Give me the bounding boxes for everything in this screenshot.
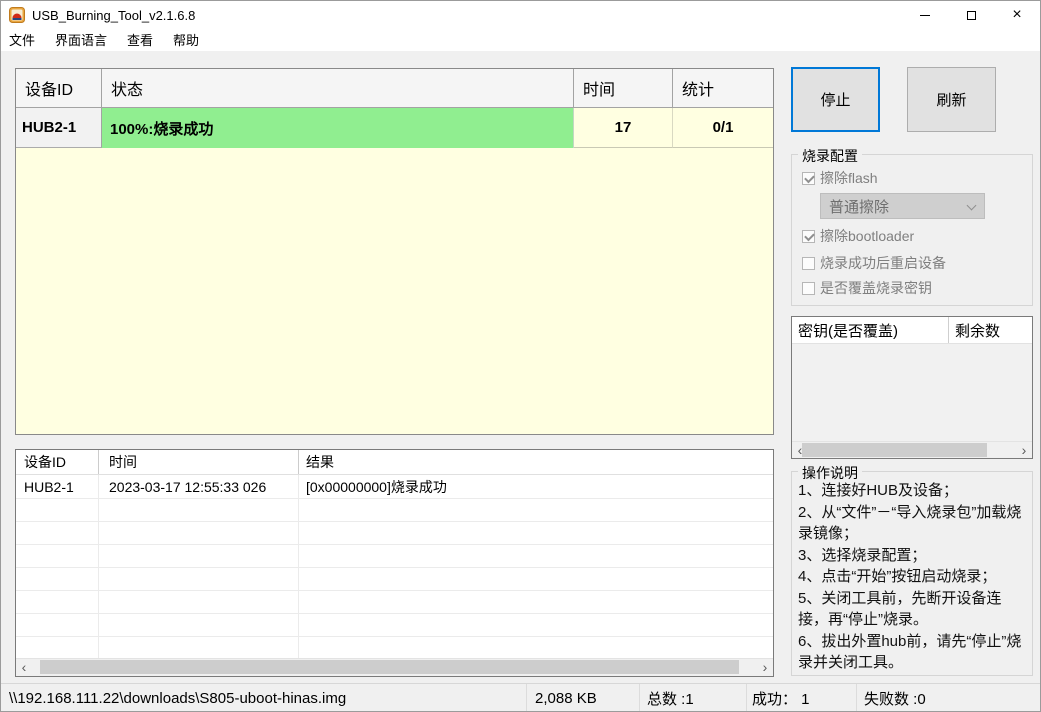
- device-table-header: 设备ID 状态 时间 统计: [16, 69, 773, 108]
- log-time-cell: 2023-03-17 12:55:33 026: [99, 475, 299, 498]
- log-row[interactable]: HUB2-1 2023-03-17 12:55:33 026 [0x000000…: [16, 475, 773, 499]
- log-result-cell: [0x00000000]烧录成功: [306, 478, 447, 495]
- instruction-line: 1、连接好HUB及设备；: [798, 482, 959, 499]
- log-col-header-result[interactable]: 结果: [299, 450, 773, 474]
- instructions-group: 操作说明 1、连接好HUB及设备； 2、从“文件”－“导入烧录包”加载烧录镜像；…: [791, 463, 1033, 676]
- log-empty-row: [16, 637, 773, 660]
- key-table-scroll-thumb[interactable]: [802, 443, 987, 457]
- menu-view[interactable]: 查看: [127, 28, 162, 52]
- scroll-right-icon[interactable]: ›: [1016, 442, 1032, 458]
- log-device-id-cell: HUB2-1: [16, 475, 99, 498]
- status-failed-count: 失败数 :0: [856, 684, 1040, 711]
- col-header-key[interactable]: 密钥(是否覆盖): [792, 317, 949, 343]
- refresh-button[interactable]: 刷新: [907, 67, 996, 132]
- log-table-header: 设备ID 时间 结果: [16, 450, 773, 475]
- col-header-status[interactable]: 状态: [102, 69, 574, 107]
- status-bar: \\192.168.111.22\downloads\S805-uboot-hi…: [1, 683, 1040, 711]
- instructions-text: 1、连接好HUB及设备； 2、从“文件”－“导入烧录包”加载烧录镜像； 3、选择…: [798, 480, 1028, 674]
- status-success-count: 成功： 1: [746, 684, 856, 711]
- menu-language[interactable]: 界面语言: [55, 28, 116, 52]
- device-row[interactable]: HUB2-1 100%:烧录成功 17 0/1: [16, 108, 773, 148]
- overwrite-key-checkbox[interactable]: [802, 281, 815, 295]
- log-table-scroll-thumb[interactable]: [40, 660, 739, 674]
- device-status-cell: 100%:烧录成功: [102, 108, 574, 148]
- log-col-header-time[interactable]: 时间: [99, 450, 299, 474]
- overwrite-key-checkbox-row[interactable]: 是否覆盖烧录密钥: [802, 280, 932, 296]
- instruction-line: 3、选择烧录配置；: [798, 546, 927, 564]
- maximize-icon: [966, 10, 976, 20]
- close-icon: ×: [1012, 6, 1022, 23]
- window-controls: ×: [902, 1, 1040, 29]
- log-table: 设备ID 时间 结果 HUB2-1 2023-03-17 12:55:33 02…: [15, 449, 774, 677]
- erase-bootloader-checkbox-row[interactable]: 擦除bootloader: [802, 228, 914, 244]
- log-empty-row: [16, 545, 773, 568]
- key-table: 密钥(是否覆盖) 剩余数 ‹ ›: [791, 316, 1033, 459]
- instruction-line: 6、拔出外置hub前，请先“停止”烧录并关闭工具。: [798, 632, 1022, 672]
- burn-config-group: 烧录配置 擦除flash 普通擦除 擦除bootloader 烧录成功后重启设备…: [791, 146, 1033, 306]
- device-status-table: 设备ID 状态 时间 统计 HUB2-1 100%:烧录成功 17 0/1: [15, 68, 774, 435]
- client-area: 设备ID 状态 时间 统计 HUB2-1 100%:烧录成功 17 0/1 停止…: [1, 51, 1040, 683]
- erase-flash-checkbox[interactable]: [802, 171, 815, 185]
- device-stat-cell: 0/1: [673, 108, 773, 148]
- app-icon: [9, 7, 25, 23]
- log-empty-row: [16, 522, 773, 545]
- key-table-header: 密钥(是否覆盖) 剩余数: [792, 317, 1032, 344]
- log-table-hscrollbar[interactable]: ‹ ›: [16, 658, 773, 676]
- maximize-button[interactable]: [948, 1, 994, 29]
- log-empty-row: [16, 591, 773, 614]
- col-header-stat[interactable]: 统计: [673, 69, 773, 107]
- title-bar: USB_Burning_Tool_v2.1.6.8 ×: [1, 1, 1040, 29]
- log-empty-row: [16, 499, 773, 522]
- close-button[interactable]: ×: [994, 1, 1040, 29]
- status-image-size: 2,088 KB: [526, 684, 639, 711]
- chevron-down-icon: [966, 200, 977, 211]
- log-empty-row: [16, 568, 773, 591]
- overwrite-key-label: 是否覆盖烧录密钥: [820, 280, 932, 296]
- log-empty-row: [16, 614, 773, 637]
- scroll-right-icon[interactable]: ›: [757, 659, 773, 675]
- device-time-cell: 17: [574, 108, 673, 148]
- status-image-path: \\192.168.111.22\downloads\S805-uboot-hi…: [9, 690, 347, 707]
- menu-help[interactable]: 帮助: [173, 28, 208, 52]
- burn-config-title: 烧录配置: [798, 146, 862, 166]
- col-header-remaining[interactable]: 剩余数: [949, 317, 1032, 343]
- scroll-left-icon[interactable]: ‹: [16, 659, 32, 675]
- stop-button[interactable]: 停止: [791, 67, 880, 132]
- app-window: USB_Burning_Tool_v2.1.6.8 × 文件 界面语言 查看 帮…: [0, 0, 1041, 712]
- minimize-button[interactable]: [902, 1, 948, 29]
- reboot-after-checkbox-row[interactable]: 烧录成功后重启设备: [802, 255, 946, 271]
- key-table-hscrollbar[interactable]: ‹ ›: [792, 441, 1032, 458]
- minimize-icon: [920, 14, 930, 16]
- instruction-line: 4、点击“开始”按钮启动烧录；: [798, 568, 997, 585]
- menu-bar: 文件 界面语言 查看 帮助: [1, 29, 1040, 51]
- status-total-count: 总数 :1: [639, 684, 746, 711]
- instruction-line: 2、从“文件”－“导入烧录包”加载烧录镜像；: [798, 503, 1022, 543]
- erase-bootloader-checkbox[interactable]: [802, 229, 815, 243]
- erase-mode-dropdown[interactable]: 普通擦除: [820, 193, 985, 219]
- log-col-header-device-id[interactable]: 设备ID: [16, 450, 99, 474]
- col-header-device-id[interactable]: 设备ID: [16, 69, 102, 107]
- device-id-cell: HUB2-1: [16, 108, 102, 148]
- erase-flash-checkbox-row[interactable]: 擦除flash: [802, 170, 878, 186]
- device-table-empty-area: [16, 148, 773, 434]
- erase-flash-label: 擦除flash: [820, 170, 878, 186]
- erase-mode-value: 普通擦除: [829, 198, 890, 216]
- window-title: USB_Burning_Tool_v2.1.6.8: [32, 7, 196, 23]
- instruction-line: 5、关闭工具前，先断开设备连接，再“停止”烧录。: [798, 589, 1002, 629]
- col-header-time[interactable]: 时间: [574, 69, 673, 107]
- erase-bootloader-label: 擦除bootloader: [820, 228, 915, 244]
- reboot-after-checkbox[interactable]: [802, 256, 815, 270]
- menu-file[interactable]: 文件: [9, 28, 44, 52]
- reboot-after-label: 烧录成功后重启设备: [820, 255, 946, 271]
